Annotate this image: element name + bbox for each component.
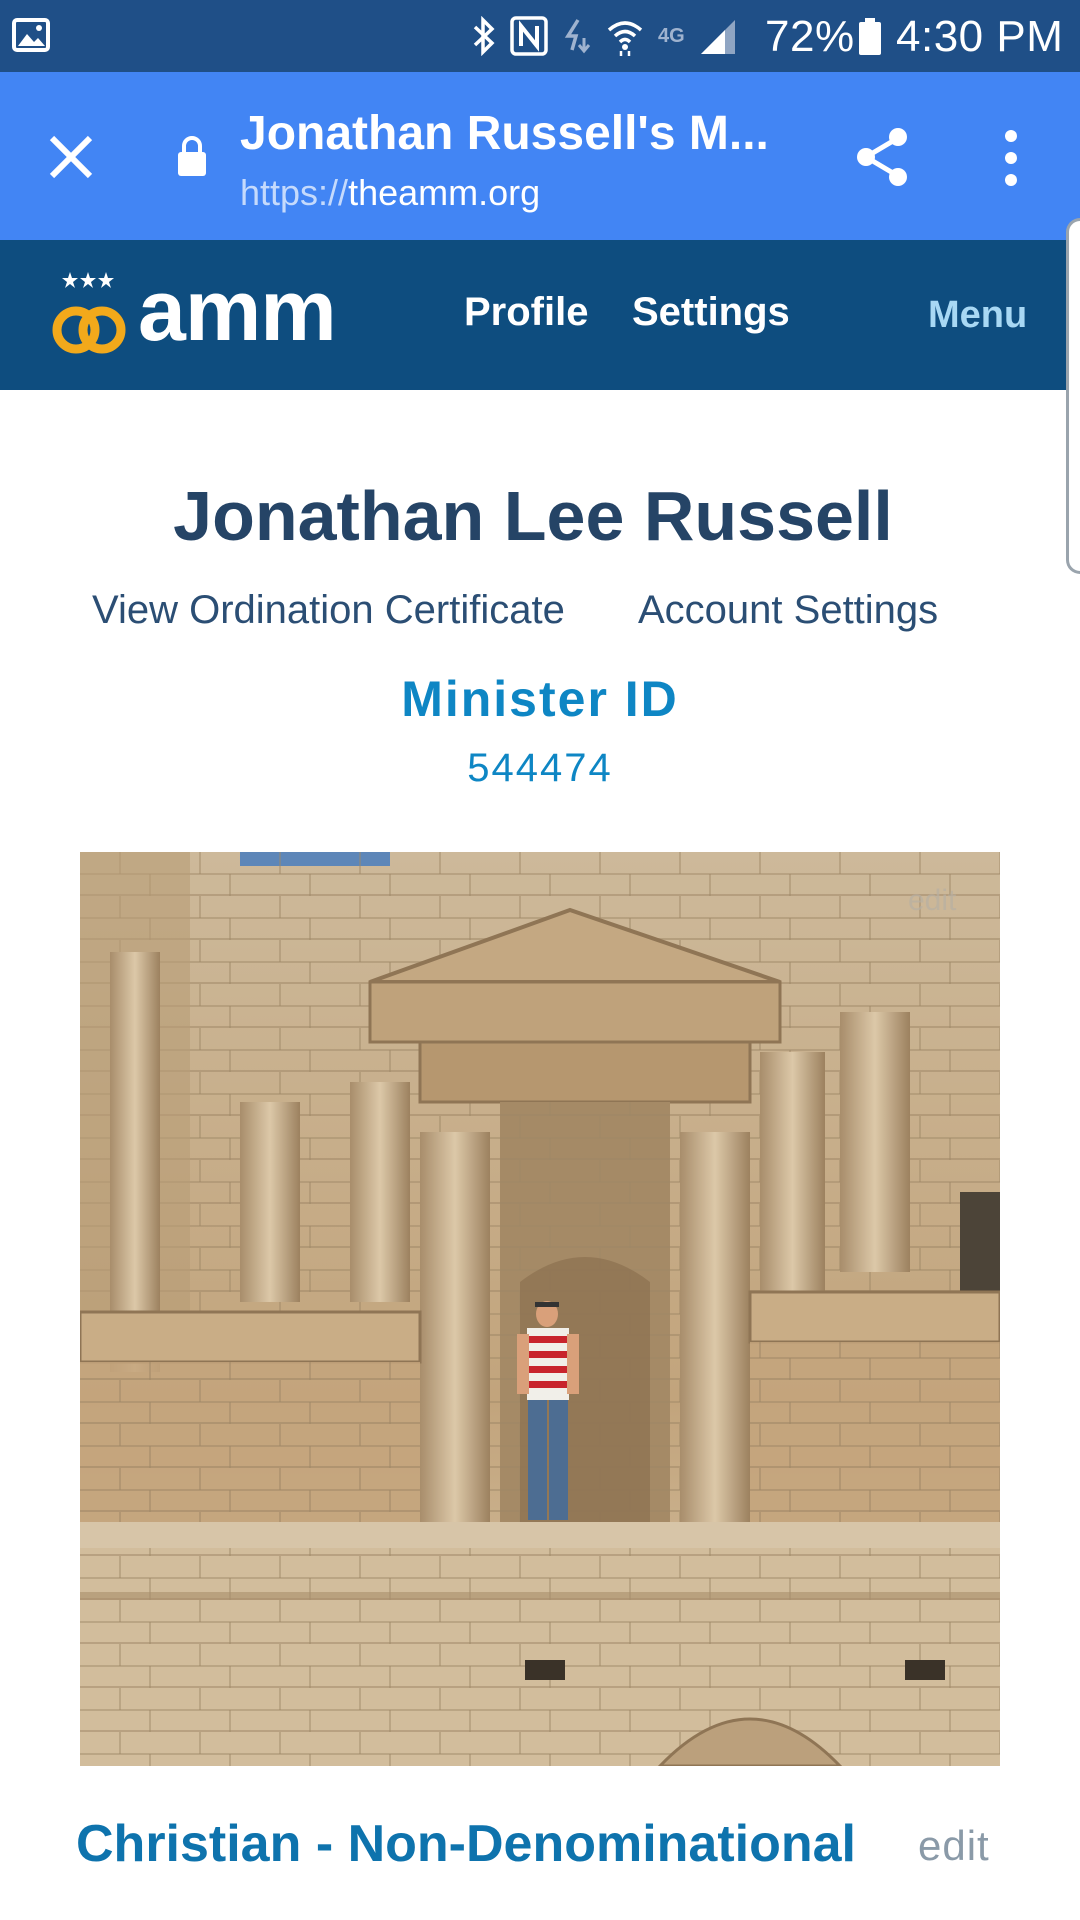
denomination-edit-link[interactable]: edit <box>918 1822 990 1870</box>
wifi-icon <box>607 21 643 56</box>
minister-id-label: Minister ID <box>401 671 679 727</box>
amm-logo-icon[interactable] <box>50 268 130 368</box>
battery-icon <box>859 18 881 55</box>
page-url[interactable]: https://theamm.org <box>240 172 540 214</box>
account-settings-link[interactable]: Account Settings <box>638 588 938 633</box>
bluetooth-icon <box>473 16 495 56</box>
nav-settings-link[interactable]: Settings <box>632 290 790 335</box>
status-bar: 4G 72% 4:30 PM <box>0 0 1080 72</box>
minister-id-value: 544474 <box>467 746 613 790</box>
browser-toolbar: Jonathan Russell's M... https://theamm.o… <box>0 72 1080 240</box>
share-icon[interactable] <box>852 126 912 188</box>
scroll-indicator <box>1066 218 1080 574</box>
nav-profile-link[interactable]: Profile <box>464 290 588 335</box>
nfc-icon <box>510 16 548 56</box>
signal-icon <box>700 20 735 54</box>
denomination-title: Christian - Non-Denominational <box>76 1815 856 1873</box>
photo-edit-link[interactable]: edit <box>908 884 956 918</box>
url-scheme: https:// <box>240 172 349 213</box>
nav-menu-button[interactable]: Menu <box>928 294 1027 337</box>
profile-photo <box>80 852 1000 1766</box>
more-vert-icon[interactable] <box>996 128 1026 188</box>
status-icons: 4G <box>472 16 737 56</box>
amm-logo-text[interactable]: amm <box>138 262 337 361</box>
profile-name: Jonathan Lee Russell <box>173 477 893 555</box>
gallery-icon <box>12 18 50 52</box>
view-ordination-certificate-link[interactable]: View Ordination Certificate <box>92 588 565 633</box>
close-icon[interactable] <box>46 132 96 182</box>
battery-percent: 72% <box>765 12 855 61</box>
page-title: Jonathan Russell's M... <box>240 107 769 160</box>
lock-icon <box>178 136 206 176</box>
url-host: theamm.org <box>348 172 541 213</box>
clock: 4:30 PM <box>896 12 1064 61</box>
network-type-label: 4G <box>658 24 685 47</box>
data-transfer-icon <box>564 19 591 54</box>
